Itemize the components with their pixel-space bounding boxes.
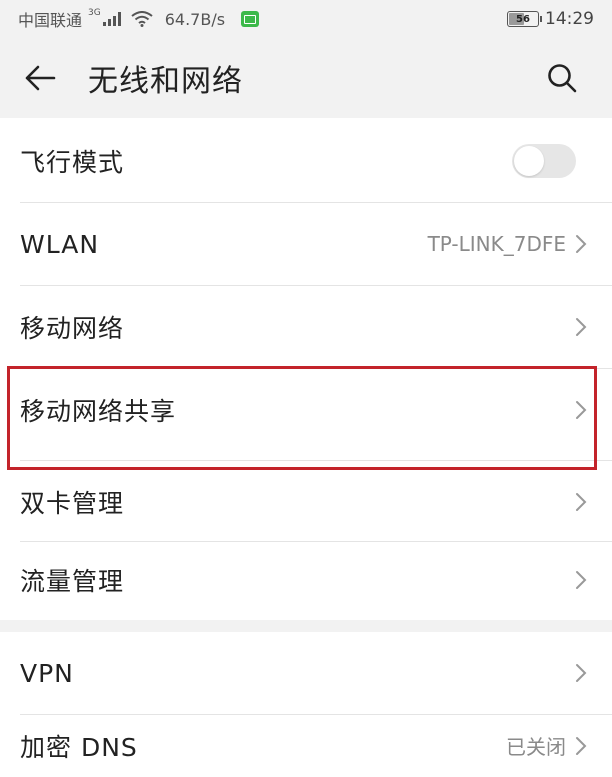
dual-sim-row[interactable]: 双卡管理 <box>0 461 612 543</box>
data-usage-right <box>574 569 588 591</box>
chevron-right-icon <box>576 493 587 511</box>
page-title: 无线和网络 <box>88 64 243 99</box>
chevron-right-icon <box>576 235 587 253</box>
airplane-mode-row[interactable]: 飞行模式 <box>0 120 612 202</box>
tethering-row[interactable]: 移动网络共享 <box>0 369 612 451</box>
back-button[interactable] <box>20 58 60 98</box>
wlan-right: TP-LINK_7DFE <box>428 232 588 256</box>
app-notification-icon <box>241 11 260 27</box>
private-dns-right: 已关闭 <box>506 731 588 760</box>
vpn-label: VPN <box>20 658 74 688</box>
chevron-right-icon <box>576 401 587 419</box>
tethering-right <box>574 399 588 421</box>
data-usage-label: 流量管理 <box>20 567 125 596</box>
app-bar: 无线和网络 <box>0 38 612 118</box>
dual-sim-label: 双卡管理 <box>20 489 125 518</box>
status-bar: 中国联通 3G 64.7B/s 56 14:29 <box>0 0 612 38</box>
clock: 14:29 <box>545 9 594 29</box>
vpn-right <box>574 662 588 684</box>
mobile-network-label: 移动网络 <box>20 314 125 343</box>
wlan-row[interactable]: WLAN TP-LINK_7DFE <box>0 203 612 285</box>
search-icon <box>548 64 577 93</box>
network-type-badge: 3G <box>88 8 101 18</box>
chevron-right-icon <box>576 736 587 755</box>
mobile-network-row[interactable]: 移动网络 <box>0 286 612 368</box>
search-button[interactable] <box>542 58 582 98</box>
status-left: 中国联通 3G 64.7B/s <box>18 7 260 31</box>
signal-icon <box>102 12 121 26</box>
private-dns-label: 加密 DNS <box>20 732 138 762</box>
mobile-network-right <box>574 316 588 338</box>
private-dns-value: 已关闭 <box>506 735 566 759</box>
airplane-mode-toggle[interactable] <box>512 144 576 178</box>
chevron-right-icon <box>576 664 587 682</box>
arrow-left-icon <box>25 65 56 91</box>
airplane-mode-label: 飞行模式 <box>20 148 125 177</box>
carrier-name: 中国联通 <box>18 11 83 30</box>
dual-sim-right <box>574 491 588 513</box>
status-right: 56 14:29 <box>507 9 594 29</box>
wlan-label: WLAN <box>20 229 100 259</box>
battery-icon: 56 <box>507 11 542 27</box>
vpn-row[interactable]: VPN <box>0 632 612 714</box>
data-usage-row[interactable]: 流量管理 <box>0 539 612 621</box>
network-speed: 64.7B/s <box>164 9 226 29</box>
chevron-right-icon <box>576 571 587 589</box>
airplane-mode-right <box>512 144 612 178</box>
wifi-icon <box>131 11 153 27</box>
battery-level: 56 <box>516 13 530 25</box>
private-dns-row[interactable]: 加密 DNS 已关闭 <box>0 714 612 777</box>
toggle-knob <box>514 146 544 176</box>
wlan-value: TP-LINK_7DFE <box>427 232 566 256</box>
chevron-right-icon <box>576 318 587 336</box>
tethering-label: 移动网络共享 <box>20 397 177 426</box>
